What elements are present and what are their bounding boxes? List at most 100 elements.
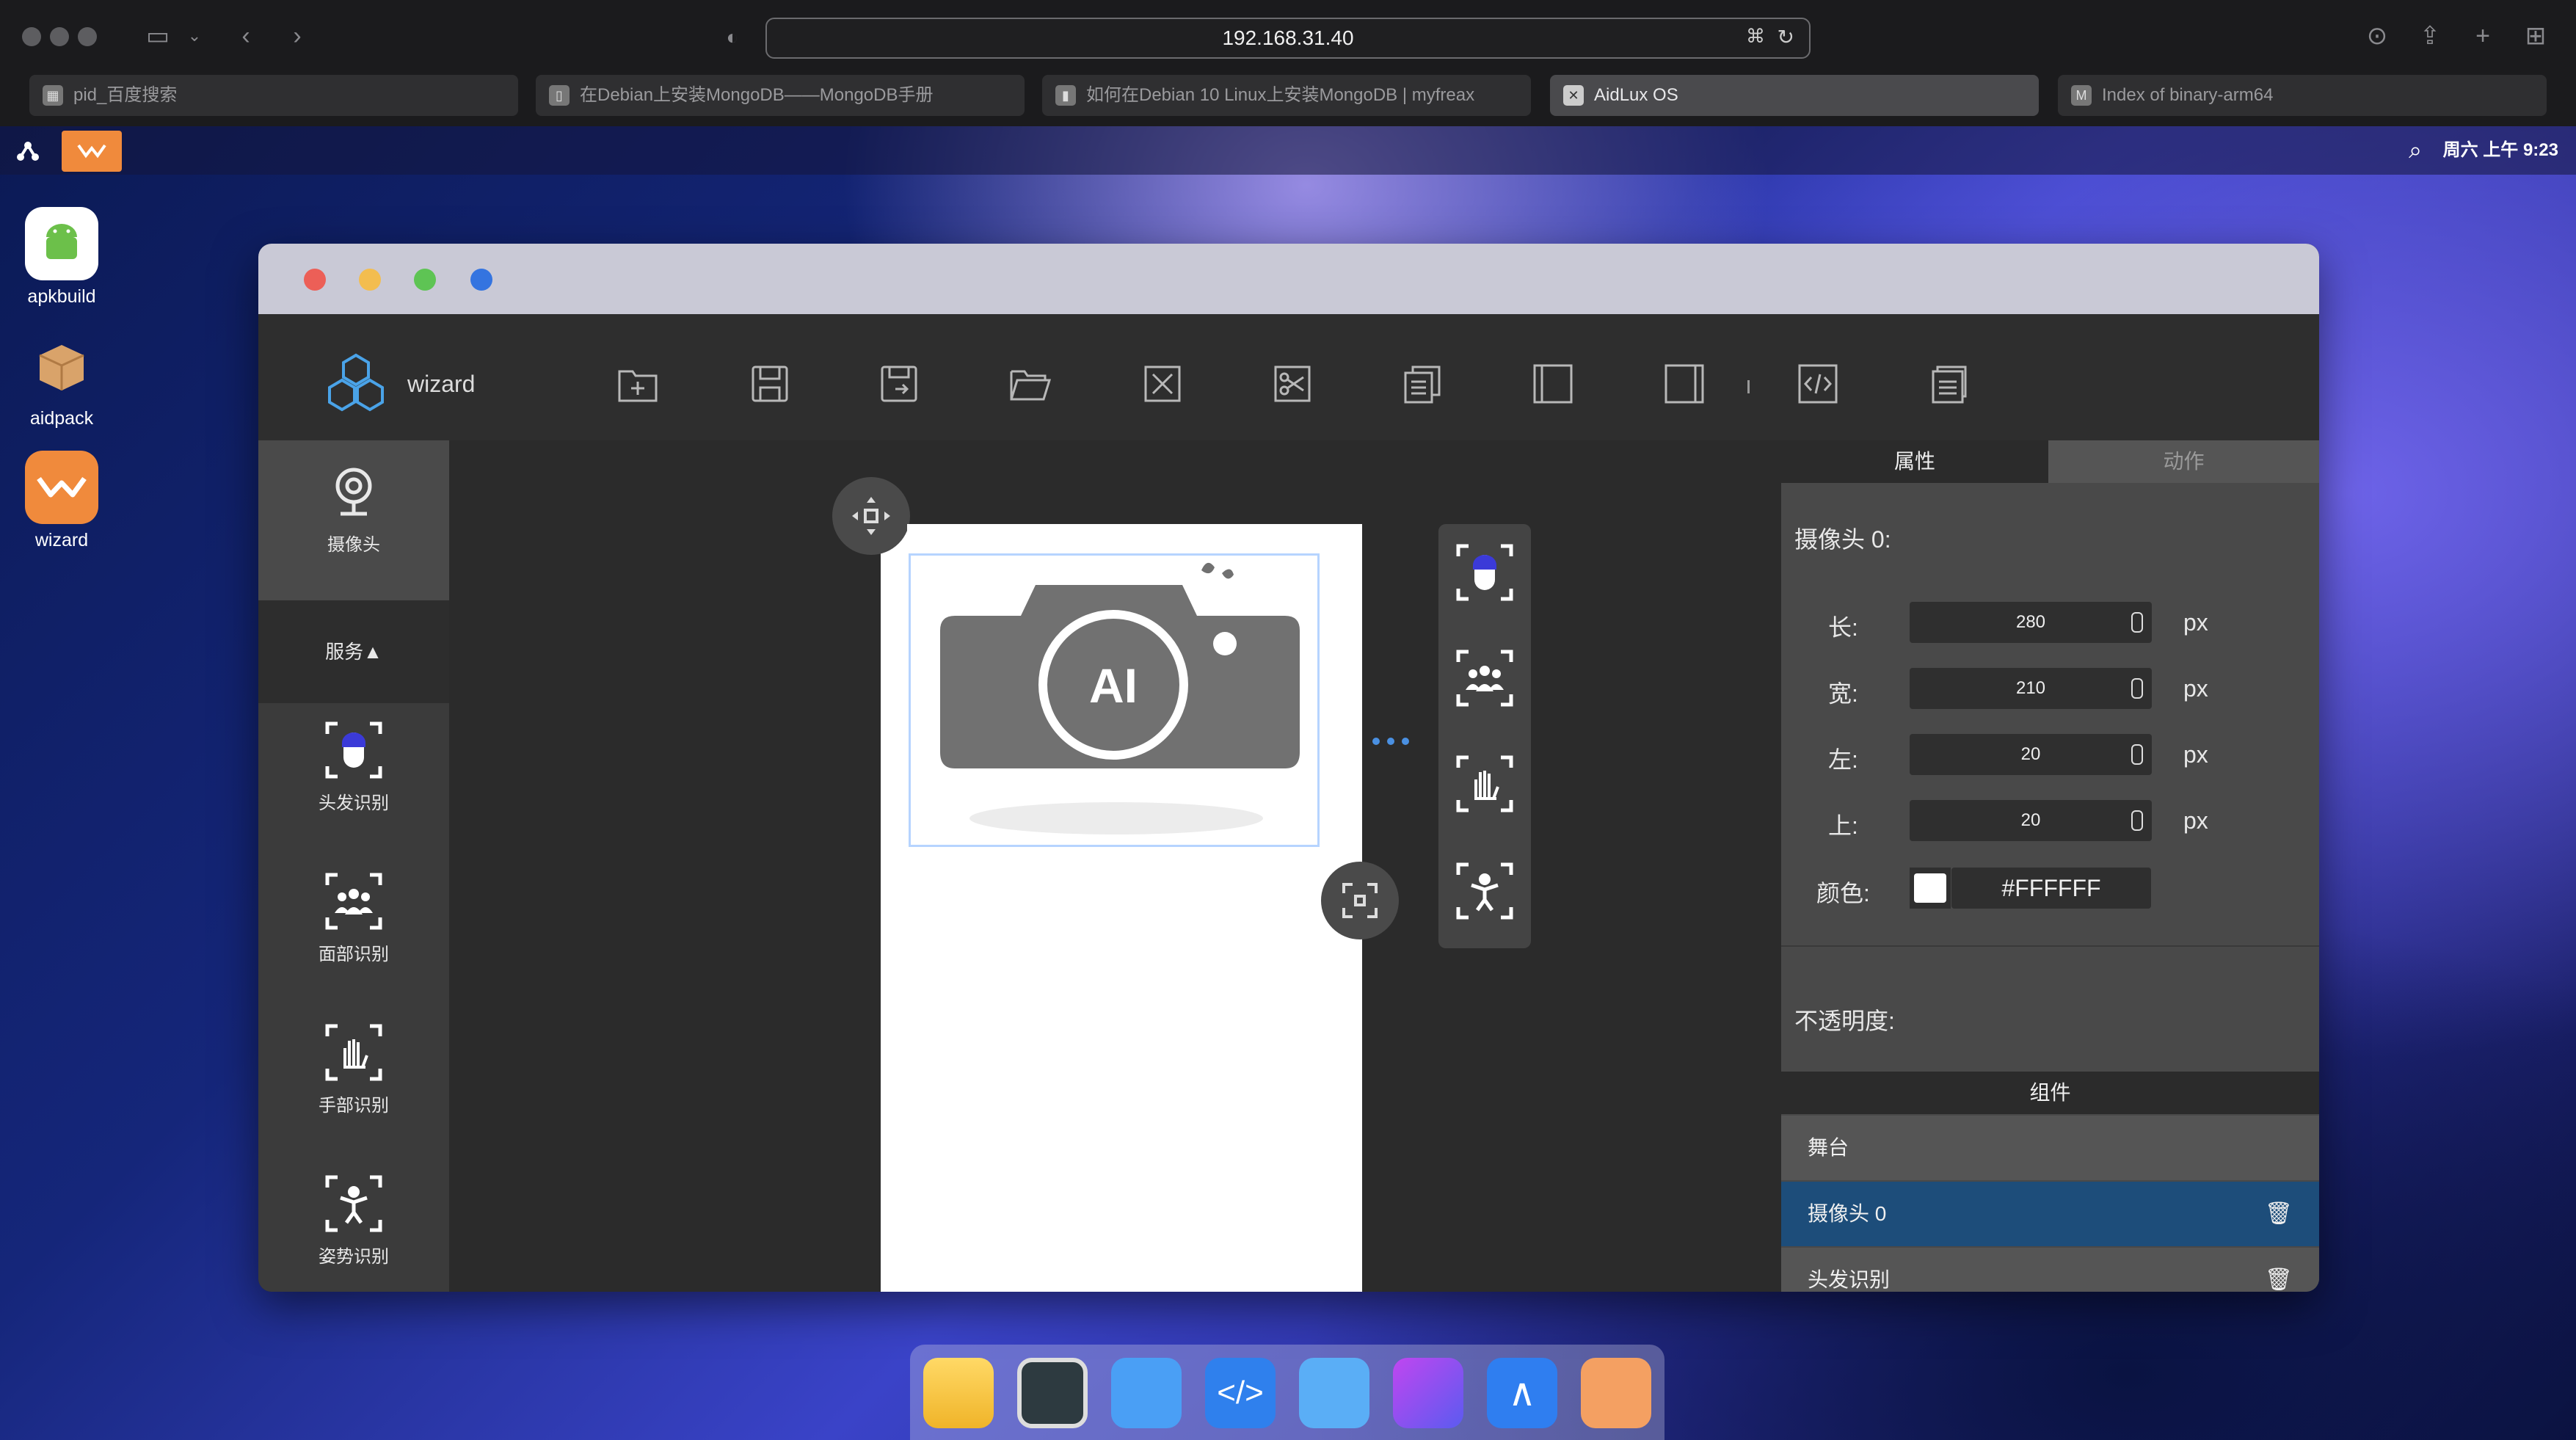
- open-folder-button[interactable]: [1004, 358, 1055, 410]
- panel-right-button[interactable]: [1659, 358, 1710, 410]
- new-tab-icon[interactable]: +: [2464, 18, 2501, 54]
- component-row-hair[interactable]: 头发识别 🗑: [1781, 1248, 2319, 1292]
- cloud-app-icon[interactable]: [1299, 1358, 1369, 1428]
- code-view-button[interactable]: [1792, 358, 1844, 410]
- files-app-icon[interactable]: [923, 1358, 994, 1428]
- os-menu-bar: ⌕ 周六 上午 9:23: [0, 126, 2576, 175]
- stepper-icon[interactable]: [2131, 810, 2143, 831]
- length-input[interactable]: 280: [1910, 602, 2152, 643]
- browser-tab[interactable]: M Index of binary-arm64: [2058, 75, 2547, 116]
- browser-tab[interactable]: ▮ 如何在Debian 10 Linux上安装MongoDB | myfreax: [1042, 75, 1531, 116]
- browser-planet-icon[interactable]: [1111, 1358, 1182, 1428]
- top-input[interactable]: 20: [1910, 800, 2152, 841]
- chevron-down-icon[interactable]: ⌄: [176, 18, 213, 54]
- move-handle[interactable]: [832, 477, 910, 555]
- palette-item-hand[interactable]: 手部识别: [258, 1023, 449, 1116]
- left-unit: px: [2183, 741, 2208, 768]
- trash-icon[interactable]: 🗑: [2265, 1182, 2293, 1246]
- aidlux-logo-icon[interactable]: [13, 137, 43, 166]
- save-as-button[interactable]: [873, 358, 925, 410]
- code-editor-icon[interactable]: </>: [1205, 1358, 1276, 1428]
- services-toggle[interactable]: 服务▲: [258, 600, 449, 703]
- aidlux-app-icon[interactable]: ∧: [1487, 1358, 1557, 1428]
- pose-recognition-icon: [324, 1174, 383, 1233]
- window-minimize-dot[interactable]: [50, 27, 69, 46]
- stepper-icon[interactable]: [2131, 744, 2143, 765]
- left-input[interactable]: 20: [1910, 734, 2152, 775]
- palette-item-pose[interactable]: 姿势识别: [258, 1174, 449, 1268]
- back-icon[interactable]: ‹: [228, 18, 264, 54]
- sidebar-toggle-icon[interactable]: ▭: [139, 18, 176, 54]
- cut-button[interactable]: [1267, 358, 1318, 410]
- game-app-icon[interactable]: [1581, 1358, 1651, 1428]
- palette-item-label: 手部识别: [319, 1096, 389, 1116]
- top-value: 20: [2020, 810, 2041, 830]
- close-tab-icon[interactable]: ✕: [1563, 85, 1584, 106]
- wizard-logo-icon: [324, 351, 388, 414]
- camera-component[interactable]: AI: [909, 553, 1320, 847]
- palette-item-camera[interactable]: 摄像头: [258, 440, 449, 600]
- wizard-taskbar-icon[interactable]: [62, 131, 122, 172]
- width-input[interactable]: 210: [1910, 668, 2152, 709]
- new-file-icon: [618, 370, 658, 402]
- share-icon[interactable]: ⇪: [2412, 18, 2448, 54]
- desktop-icon-apkbuild[interactable]: apkbuild: [22, 207, 101, 308]
- window-close-dot[interactable]: [22, 27, 41, 46]
- face-recognition-icon[interactable]: [1455, 649, 1514, 708]
- color-swatch[interactable]: [1910, 868, 1951, 909]
- new-file-button[interactable]: [612, 358, 663, 410]
- window-zoom-dot[interactable]: [78, 27, 97, 46]
- pose-recognition-icon[interactable]: [1455, 862, 1514, 920]
- wizard-app-icon: [25, 451, 98, 524]
- save-button[interactable]: [744, 358, 796, 410]
- desktop-icon-wizard[interactable]: wizard: [22, 451, 101, 551]
- service-quick-panel: [1438, 524, 1531, 948]
- component-row-stage[interactable]: 舞台: [1781, 1116, 2319, 1180]
- more-dots-icon[interactable]: [1372, 734, 1424, 749]
- stepper-icon[interactable]: [2131, 678, 2143, 699]
- hand-recognition-icon: [324, 1023, 383, 1082]
- component-label: 摄像头 0: [1808, 1202, 1887, 1225]
- tab-overview-icon[interactable]: ⊞: [2517, 18, 2554, 54]
- document-button[interactable]: [1923, 358, 1974, 410]
- design-app-icon[interactable]: [1393, 1358, 1463, 1428]
- browser-tab[interactable]: ▦ pid_百度搜索: [29, 75, 518, 116]
- shield-icon[interactable]: ◐: [714, 19, 751, 56]
- component-label: 舞台: [1808, 1136, 1849, 1159]
- resize-handle[interactable]: [1321, 862, 1399, 939]
- hair-recognition-icon[interactable]: [1455, 543, 1514, 602]
- palette-item-face[interactable]: 面部识别: [258, 872, 449, 965]
- minimize-window-button[interactable]: [359, 269, 381, 291]
- download-icon[interactable]: ⊙: [2359, 18, 2395, 54]
- translate-icon[interactable]: ⌘: [1746, 25, 1765, 48]
- fullscreen-window-button[interactable]: [470, 269, 492, 291]
- color-hex-input[interactable]: #FFFFFF: [1951, 868, 2151, 909]
- page-favicon-icon: ▯: [549, 85, 570, 106]
- stepper-icon[interactable]: [2131, 612, 2143, 633]
- desktop-icon-label: aidpack: [29, 408, 94, 429]
- tab-title: AidLux OS: [1594, 85, 1678, 105]
- palette-item-hair[interactable]: 头发识别: [258, 721, 449, 814]
- app-toolbar: wizard: [258, 314, 2319, 440]
- maximize-window-button[interactable]: [414, 269, 436, 291]
- browser-tab-active[interactable]: ✕ AidLux OS: [1550, 75, 2039, 116]
- panel-left-button[interactable]: [1527, 358, 1579, 410]
- length-value: 280: [2015, 612, 2046, 632]
- desktop-icon-aidpack[interactable]: aidpack: [22, 329, 101, 429]
- close-project-button[interactable]: [1137, 358, 1188, 410]
- reload-icon[interactable]: ↻: [1778, 25, 1794, 49]
- copy-button[interactable]: [1397, 358, 1448, 410]
- browser-tab[interactable]: ▯ 在Debian上安装MongoDB——MongoDB手册: [536, 75, 1025, 116]
- search-icon[interactable]: ⌕: [2409, 137, 2422, 164]
- tab-properties[interactable]: 属性: [1781, 440, 2048, 483]
- address-bar-url[interactable]: 192.168.31.40: [767, 19, 1809, 57]
- width-value: 210: [2015, 678, 2046, 698]
- hand-recognition-icon[interactable]: [1455, 754, 1514, 813]
- tab-actions[interactable]: 动作: [2048, 440, 2319, 483]
- forward-icon[interactable]: ›: [279, 18, 316, 54]
- terminal-app-icon[interactable]: [1017, 1358, 1088, 1428]
- trash-icon[interactable]: 🗑: [2265, 1248, 2293, 1292]
- component-row-camera[interactable]: 摄像头 0 🗑: [1781, 1182, 2319, 1246]
- address-bar[interactable]: 192.168.31.40 ⌘ ↻: [765, 18, 1811, 59]
- close-window-button[interactable]: [304, 269, 326, 291]
